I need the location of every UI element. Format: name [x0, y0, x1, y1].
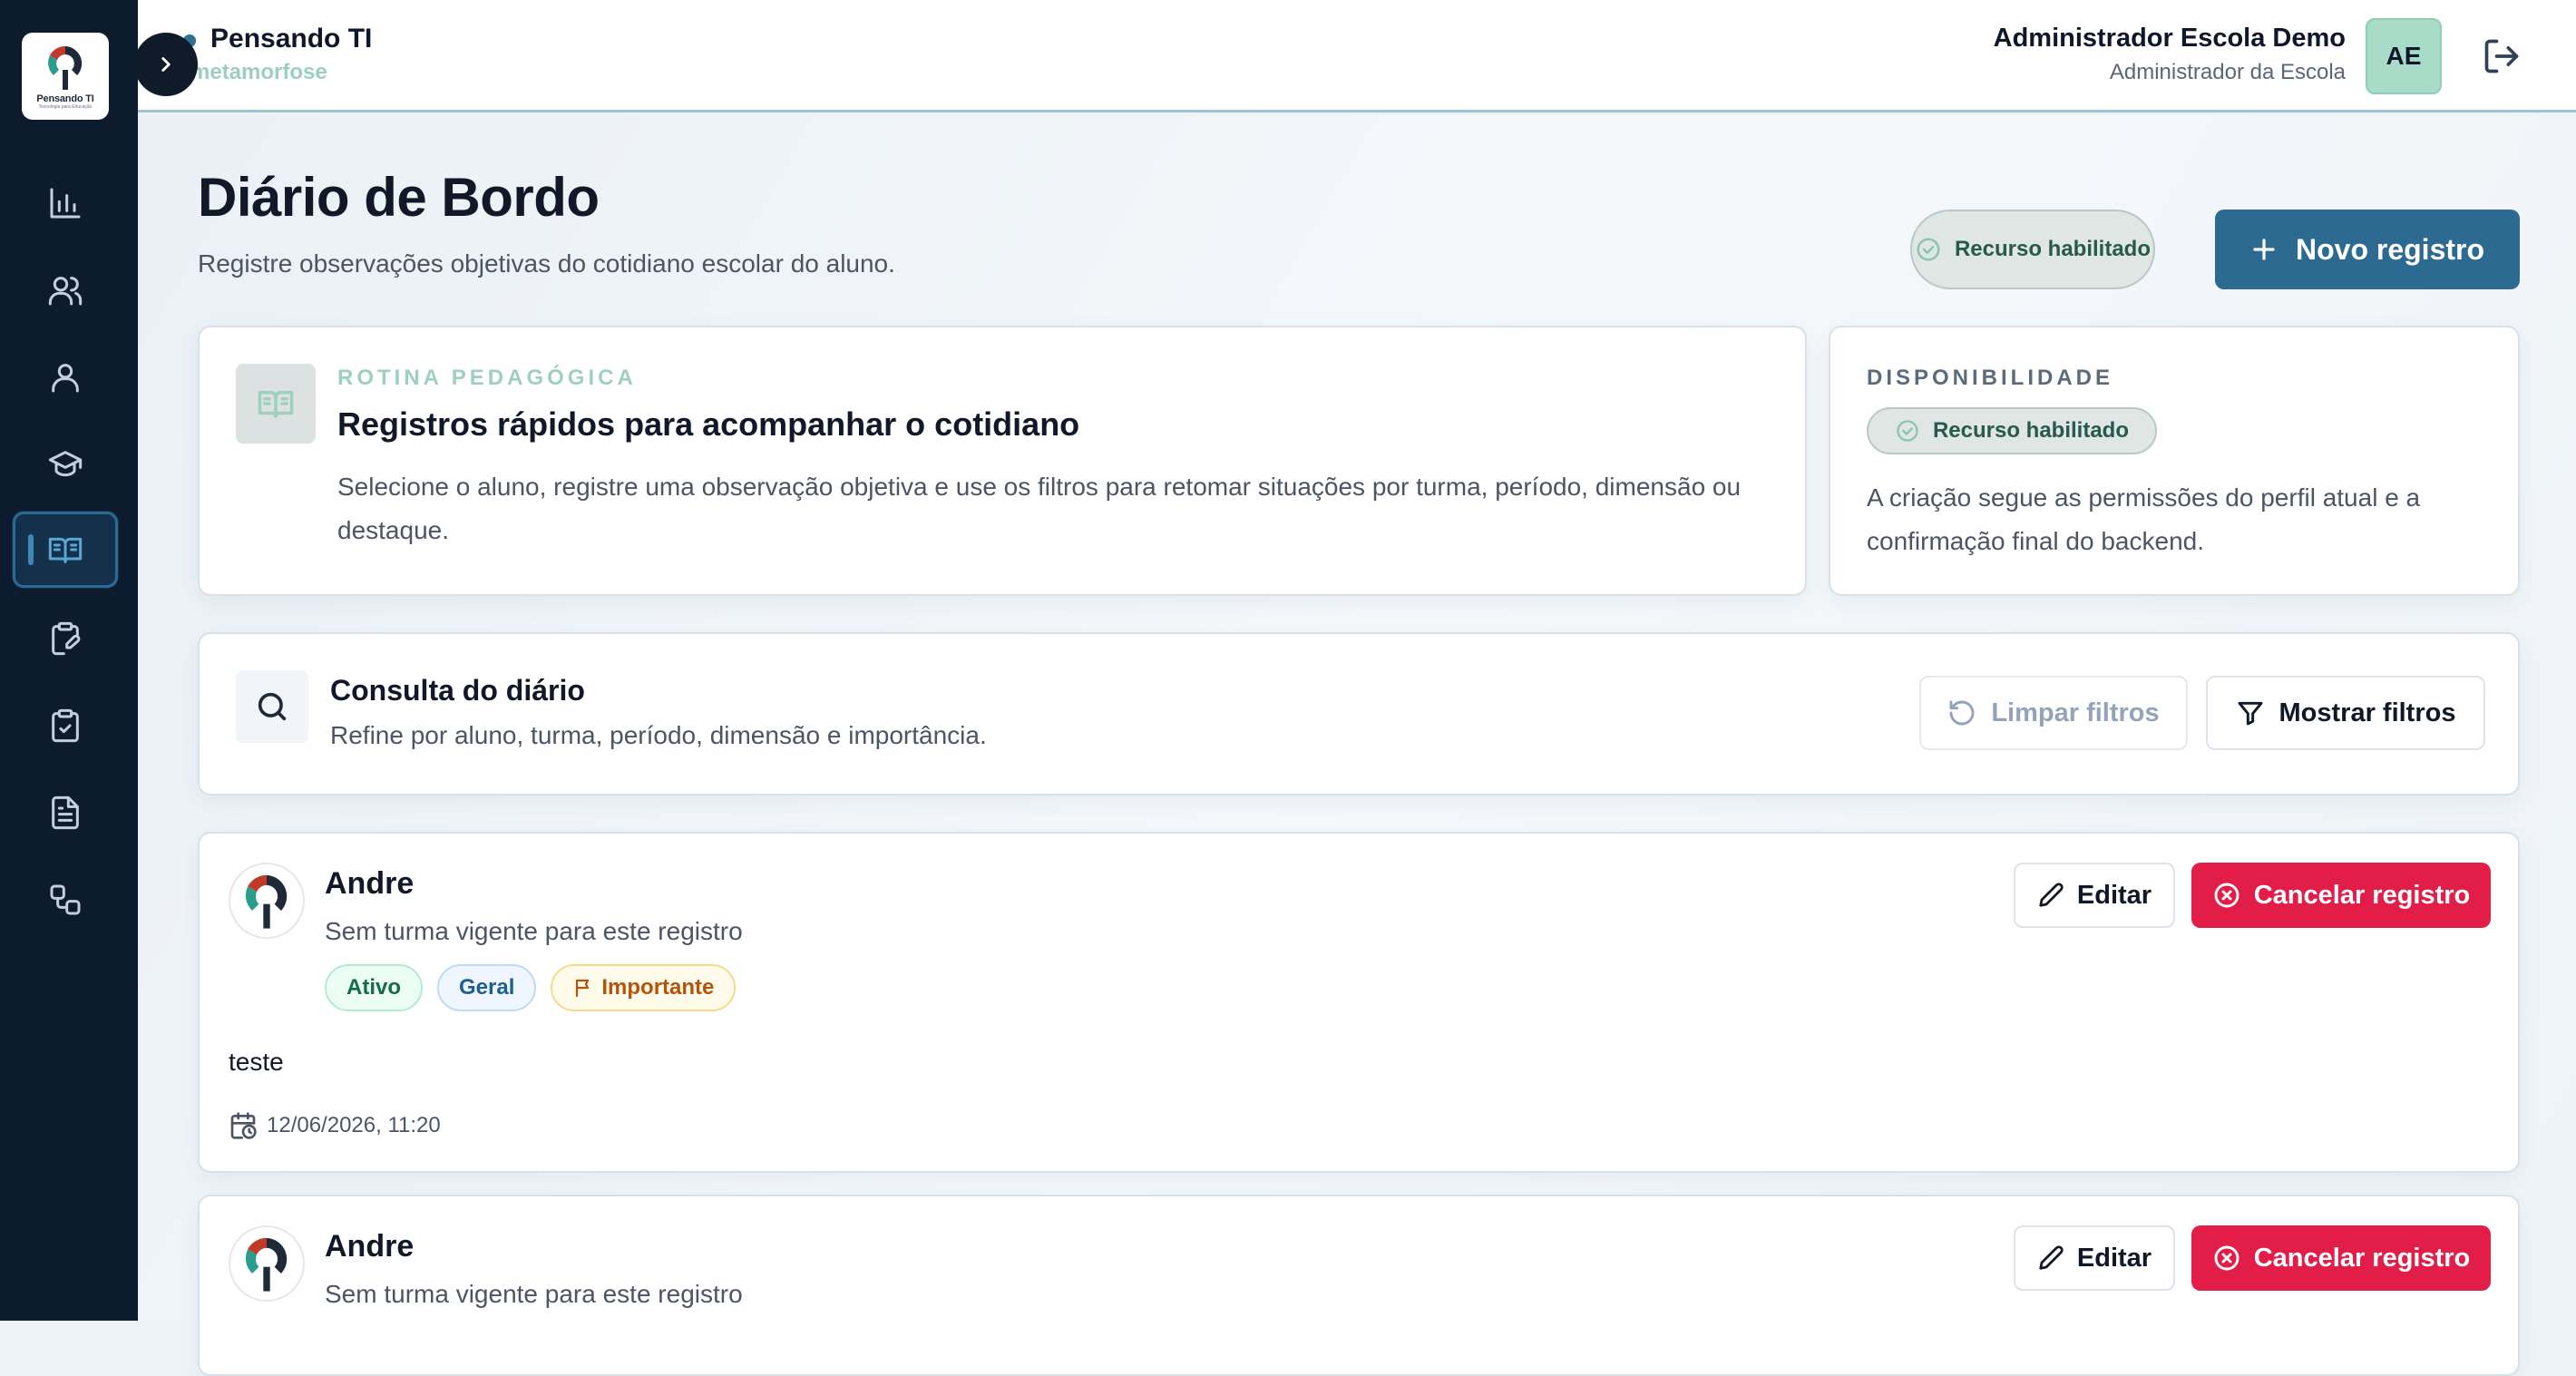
tag-ativo: Ativo	[325, 964, 423, 1011]
query-icon-badge	[236, 670, 308, 743]
user-name: Administrador Escola Demo	[1993, 24, 2346, 53]
cancel-record-button[interactable]: Cancelar registro	[2191, 1225, 2491, 1291]
edit-label: Editar	[2076, 880, 2152, 910]
sidebar-item-assessments[interactable]	[13, 600, 118, 677]
plus-icon	[2253, 239, 2275, 260]
book-open-icon	[258, 391, 294, 418]
status-badge: Recurso habilitado	[1910, 210, 2155, 289]
clear-filters-button[interactable]: Limpar filtros	[1919, 676, 2188, 750]
brand-logo[interactable]: Pensando TI Tecnologia para Educação	[22, 33, 109, 120]
entry-date: 12/06/2026, 11:20	[229, 1111, 441, 1140]
page-title: Diário de Bordo	[198, 167, 600, 228]
status-badge-label: Recurso habilitado	[1954, 237, 2152, 261]
edit-label: Editar	[2076, 1243, 2152, 1273]
student-class-info: Sem turma vigente para este registro	[325, 917, 743, 945]
sidebar-item-reports[interactable]	[13, 775, 118, 851]
query-card: Consulta do diário Refine por aluno, tur…	[198, 632, 2520, 795]
edit-button[interactable]: Editar	[2014, 863, 2175, 928]
check-circle-icon	[1917, 238, 1940, 261]
tag-importante: Importante	[551, 964, 737, 1011]
routine-card: ROTINA PEDAGÓGICA Registros rápidos para…	[198, 326, 1807, 596]
routine-text: Selecione o aluno, registre uma observaç…	[337, 473, 1742, 544]
avatar[interactable]: AE	[2366, 18, 2442, 94]
chevron-right-icon	[161, 57, 171, 72]
calendar-clock-icon	[230, 1112, 257, 1139]
pencil-icon	[2039, 883, 2064, 907]
logo-mark-icon	[245, 1237, 288, 1292]
sidebar-item-users[interactable]	[13, 252, 118, 328]
diary-entry: Andre Sem turma vigente para este regist…	[198, 832, 2520, 1173]
cancel-record-button[interactable]: Cancelar registro	[2191, 863, 2491, 928]
routine-kicker: ROTINA PEDAGÓGICA	[337, 366, 637, 390]
user-role: Administrador da Escola	[2109, 60, 2346, 84]
main-content: Diário de Bordo Registre observações obj…	[138, 115, 2576, 1376]
student-class-info: Sem turma vigente para este registro	[325, 1280, 743, 1308]
page-subtitle: Registre observações objetivas do cotidi…	[198, 249, 895, 278]
new-record-button[interactable]: Novo registro	[2215, 210, 2520, 289]
sidebar-item-dashboard[interactable]	[13, 165, 118, 241]
check-circle-icon	[1897, 420, 1918, 442]
student-name: Andre	[325, 866, 415, 901]
tag-geral: Geral	[437, 964, 537, 1011]
routine-icon-badge	[236, 364, 316, 444]
routine-title: Registros rápidos para acompanhar o coti…	[337, 405, 1080, 443]
logo-text: Pensando TI	[36, 93, 94, 104]
availability-card: DISPONIBILIDADE Recurso habilitado A cri…	[1829, 326, 2520, 596]
sidebar-item-integrations[interactable]	[13, 862, 118, 938]
student-avatar	[229, 1225, 305, 1302]
entry-tags: Ativo Geral Importante	[325, 964, 737, 1011]
availability-kicker: DISPONIBILIDADE	[1867, 366, 2114, 390]
availability-text: A criação segue as permissões do perfil …	[1867, 483, 2421, 555]
sidebar-item-profile[interactable]	[13, 339, 118, 415]
sidebar-item-classes[interactable]	[13, 426, 118, 503]
query-subtitle: Refine por aluno, turma, período, dimens…	[330, 721, 987, 749]
show-filters-label: Mostrar filtros	[2278, 698, 2456, 727]
workflow-icon	[50, 884, 81, 915]
clipboard-edit-icon	[52, 621, 81, 656]
student-name: Andre	[325, 1229, 415, 1264]
availability-badge: Recurso habilitado	[1867, 407, 2157, 454]
x-circle-icon	[2214, 883, 2239, 908]
entry-date-label: 12/06/2026, 11:20	[267, 1113, 441, 1137]
file-text-icon	[52, 795, 79, 830]
sidebar-item-attendance[interactable]	[13, 688, 118, 764]
pencil-icon	[2039, 1245, 2064, 1270]
student-avatar	[229, 863, 305, 939]
sidebar-toggle-button[interactable]	[134, 33, 198, 96]
logo-subtext: Tecnologia para Educação	[38, 104, 93, 110]
org-name: Pensando TI	[210, 24, 373, 54]
x-circle-icon	[2214, 1245, 2239, 1271]
rotate-ccw-icon	[1949, 700, 1975, 726]
org-subtitle: metamorfose	[190, 60, 327, 84]
graduation-cap-icon	[48, 451, 83, 477]
book-open-icon	[48, 537, 83, 563]
users-icon	[48, 277, 83, 306]
clear-filters-label: Limpar filtros	[1991, 698, 2160, 727]
filter-icon	[2238, 701, 2262, 726]
tag-importante-label: Importante	[601, 975, 715, 1000]
show-filters-button[interactable]: Mostrar filtros	[2206, 676, 2485, 750]
search-icon	[258, 692, 287, 721]
sidebar: Pensando TI Tecnologia para Educação	[0, 0, 138, 1321]
logo-mark-icon	[245, 874, 288, 929]
edit-button[interactable]: Editar	[2014, 1225, 2175, 1291]
logout-icon	[2484, 39, 2519, 73]
query-title: Consulta do diário	[330, 674, 585, 707]
user-icon	[52, 364, 79, 393]
entry-body: teste	[229, 1048, 284, 1076]
logout-button[interactable]	[2482, 36, 2522, 76]
top-header: Pensando TI metamorfose Administrador Es…	[138, 0, 2576, 112]
cancel-record-label: Cancelar registro	[2253, 880, 2471, 910]
logo-mark-icon	[48, 45, 83, 90]
cancel-record-label: Cancelar registro	[2253, 1243, 2471, 1273]
bar-chart-icon	[50, 188, 81, 219]
diary-entry: Andre Sem turma vigente para este regist…	[198, 1195, 2520, 1376]
new-record-label: Novo registro	[2295, 232, 2485, 266]
clipboard-check-icon	[52, 708, 79, 743]
availability-badge-label: Recurso habilitado	[1932, 418, 2130, 443]
sidebar-item-diario[interactable]	[13, 512, 118, 588]
flag-icon	[576, 979, 590, 998]
